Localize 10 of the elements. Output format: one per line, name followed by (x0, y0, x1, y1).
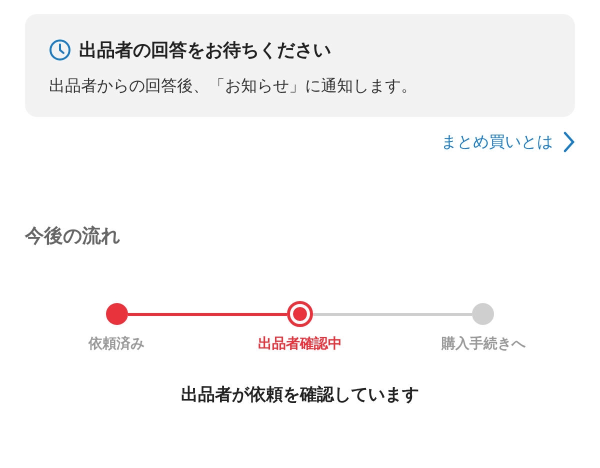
notice-text: 出品者からの回答後、「お知らせ」に通知します。 (49, 76, 418, 97)
section-heading: 今後の流れ (25, 224, 121, 249)
step-label: 出品者確認中 (258, 335, 342, 353)
bulk-purchase-link[interactable]: まとめ買いとは (441, 131, 575, 153)
step-label: 依頼済み (88, 335, 145, 353)
status-message: 出品者が依頼を確認しています (180, 384, 420, 406)
chevron-right-icon (563, 131, 575, 153)
notice-title: 出品者の回答をお待ちください (79, 39, 331, 62)
step-label: 購入手続きへ (441, 335, 526, 353)
clock-icon (49, 39, 71, 61)
